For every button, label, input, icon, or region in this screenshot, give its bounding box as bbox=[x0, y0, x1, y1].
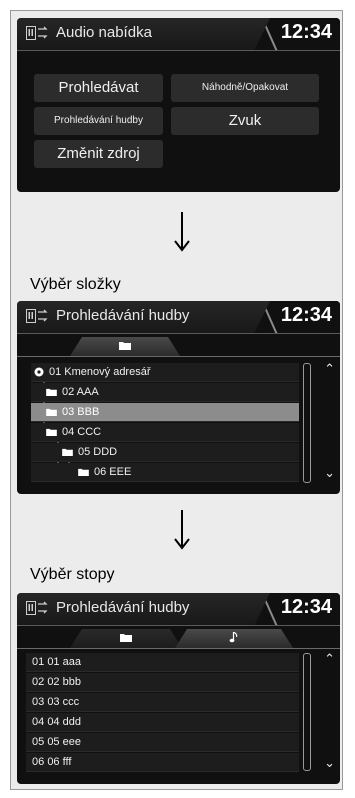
folder-icon bbox=[120, 633, 132, 642]
clock: 12:34 bbox=[280, 304, 332, 326]
folder-row[interactable]: 02 AAA bbox=[31, 383, 299, 402]
folder-icon bbox=[46, 408, 57, 416]
folder-row-selected[interactable]: 03 BBB bbox=[31, 403, 299, 422]
change-source-button[interactable]: Změnit zdroj bbox=[34, 140, 163, 168]
track-name: 05 eee bbox=[47, 736, 81, 748]
track-browse-screen: Prohledávání hudby 12:34 01 01 aaa 02 02… bbox=[17, 593, 340, 784]
browse-button[interactable]: Prohledávat bbox=[34, 74, 163, 102]
clock: 12:34 bbox=[280, 21, 332, 43]
folder-label: 01 Kmenový adresář bbox=[49, 366, 151, 378]
track-name: 01 aaa bbox=[47, 656, 81, 668]
track-selection-caption: Výběr stopy bbox=[30, 566, 115, 583]
track-row[interactable]: 05 05 eee bbox=[26, 733, 299, 752]
track-name: 02 bbb bbox=[47, 676, 81, 688]
tab-bar bbox=[17, 334, 340, 357]
browse-button-label: Prohledávat bbox=[58, 79, 139, 96]
track-number: 06 06 fff bbox=[32, 756, 71, 768]
track-number-text: 03 bbox=[32, 696, 45, 708]
folder-icon bbox=[62, 448, 73, 456]
folder-label: 05 DDD bbox=[78, 446, 118, 458]
folder-label: 03 BBB bbox=[62, 406, 100, 418]
shuffle-repeat-button-label: Náhodně/Opakovat bbox=[201, 82, 289, 93]
screen-title: Audio nabídka bbox=[56, 24, 152, 41]
screen-header: Prohledávání hudby 12:34 bbox=[17, 301, 340, 334]
screen-title: Prohledávání hudby bbox=[56, 599, 190, 616]
track-name: 03 ccc bbox=[47, 696, 80, 708]
screen-header: Prohledávání hudby 12:34 bbox=[17, 593, 340, 626]
track-number-text: 02 bbox=[32, 676, 45, 688]
arrow-down-icon bbox=[174, 212, 190, 252]
track-row[interactable]: 01 01 aaa bbox=[26, 653, 299, 672]
folder-row[interactable]: 06 EEE bbox=[31, 463, 299, 482]
track-number-text: 01 bbox=[32, 656, 45, 668]
track-name: 04 ddd bbox=[47, 716, 81, 728]
chevron-double-down-icon[interactable]: ⌄ bbox=[324, 467, 335, 480]
screen-header: Audio nabídka 12:34 bbox=[17, 18, 340, 51]
folder-icon bbox=[46, 428, 57, 436]
chevron-double-up-icon[interactable]: ⌃ bbox=[324, 363, 335, 376]
music-source-icon bbox=[26, 601, 48, 615]
track-row[interactable]: 06 06 fff bbox=[26, 753, 299, 772]
track-number-text: 05 bbox=[32, 736, 45, 748]
track-number: 04 04 ddd bbox=[32, 716, 81, 728]
folder-row[interactable]: 04 CCC bbox=[31, 423, 299, 442]
scrollbar[interactable] bbox=[303, 363, 311, 483]
screen-title: Prohledávání hudby bbox=[56, 307, 190, 324]
track-name: 06 fff bbox=[47, 756, 72, 768]
tab-folders[interactable] bbox=[70, 629, 182, 648]
folder-label: 06 EEE bbox=[94, 466, 132, 478]
arrow-down-icon bbox=[174, 510, 190, 550]
folder-browse-screen: Prohledávání hudby 12:34 01 Kmenový adre… bbox=[17, 301, 340, 494]
music-source-icon bbox=[26, 26, 48, 40]
track-number: 05 05 eee bbox=[32, 736, 81, 748]
track-number: 01 01 aaa bbox=[32, 656, 81, 668]
chevron-double-down-icon[interactable]: ⌄ bbox=[324, 757, 335, 770]
music-search-button-label: Prohledávání hudby bbox=[54, 115, 143, 126]
track-row[interactable]: 02 02 bbb bbox=[26, 673, 299, 692]
clock: 12:34 bbox=[280, 596, 332, 618]
change-source-button-label: Změnit zdroj bbox=[57, 145, 140, 162]
track-row[interactable]: 03 03 ccc bbox=[26, 693, 299, 712]
folder-icon bbox=[78, 468, 89, 476]
tab-bar bbox=[17, 626, 340, 649]
track-number: 03 03 ccc bbox=[32, 696, 79, 708]
shuffle-repeat-button[interactable]: Náhodně/Opakovat bbox=[171, 74, 319, 102]
folder-row-root[interactable]: 01 Kmenový adresář bbox=[31, 363, 299, 382]
folder-label: 02 AAA bbox=[62, 386, 99, 398]
tab-folders[interactable] bbox=[70, 337, 180, 356]
root-folder-icon bbox=[34, 367, 44, 377]
music-source-icon bbox=[26, 309, 48, 323]
sound-button-label: Zvuk bbox=[228, 112, 262, 129]
tab-tracks[interactable] bbox=[175, 629, 293, 648]
sound-button[interactable]: Zvuk bbox=[171, 107, 319, 135]
scrollbar[interactable] bbox=[303, 653, 311, 771]
folder-row[interactable]: 05 DDD bbox=[31, 443, 299, 462]
music-search-button[interactable]: Prohledávání hudby bbox=[34, 107, 163, 135]
folder-icon bbox=[119, 341, 131, 350]
folder-selection-caption: Výběr složky bbox=[30, 276, 121, 293]
folder-icon bbox=[46, 388, 57, 396]
header-divider bbox=[17, 50, 340, 51]
audio-menu-screen: Audio nabídka 12:34 Prohledávat Náhodně/… bbox=[17, 18, 340, 192]
track-number: 02 02 bbb bbox=[32, 676, 81, 688]
chevron-double-up-icon[interactable]: ⌃ bbox=[324, 653, 335, 666]
track-row[interactable]: 04 04 ddd bbox=[26, 713, 299, 732]
track-number-text: 04 bbox=[32, 716, 45, 728]
track-number-text: 06 bbox=[32, 756, 45, 768]
folder-label: 04 CCC bbox=[62, 426, 102, 438]
music-note-icon bbox=[230, 632, 239, 643]
